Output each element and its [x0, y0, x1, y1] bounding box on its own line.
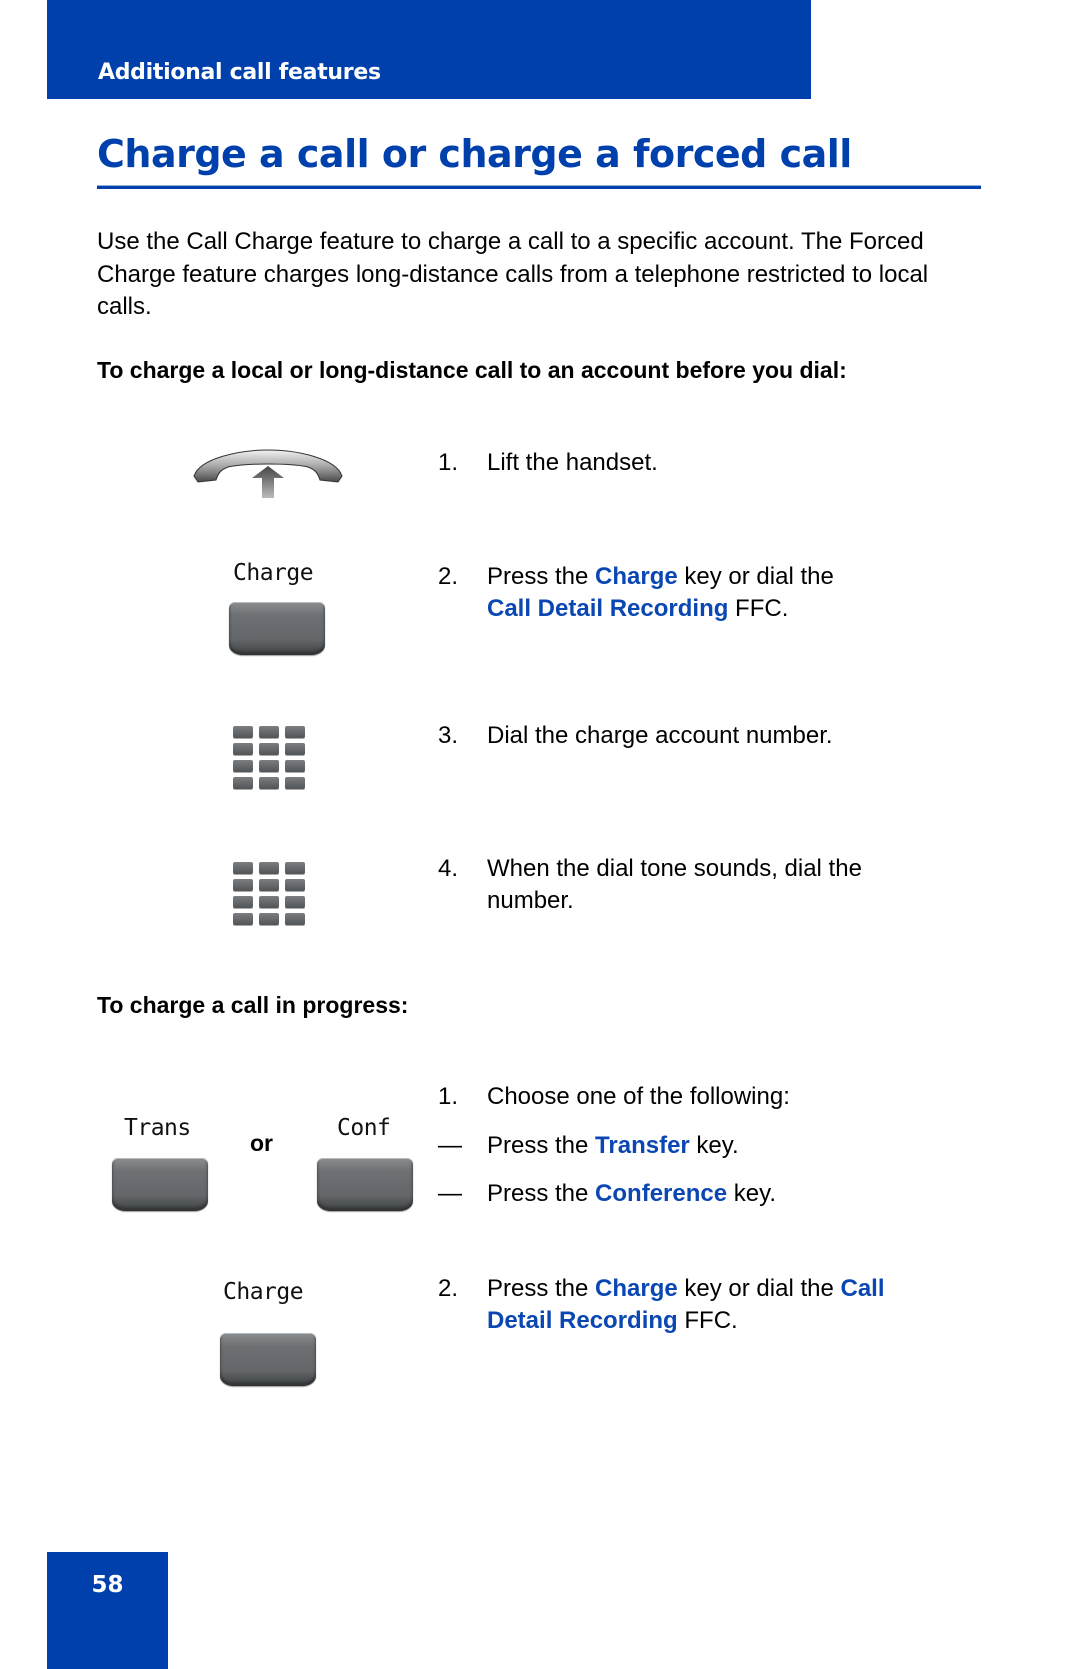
step-text: Choose one of the following:	[487, 1083, 790, 1110]
dialpad-icon	[233, 862, 305, 925]
section-label: Additional call features	[98, 60, 381, 85]
section1-step-4: 4. When the dial tone sounds, dial the nu…	[438, 853, 862, 917]
step-text: Press the	[487, 563, 596, 590]
charge-softkey[interactable]	[229, 602, 325, 655]
step-number: 2.	[438, 563, 459, 590]
page-number-box	[47, 1552, 168, 1669]
step-number: 1.	[438, 449, 459, 476]
charge-key-reference: Charge	[595, 1275, 678, 1302]
step-text: number.	[487, 887, 574, 914]
section1-step-3: 3. Dial the charge account number.	[438, 720, 833, 752]
intro-paragraph: Use the Call Charge feature to charge a …	[97, 228, 929, 320]
charge-softkey[interactable]	[220, 1333, 316, 1386]
step-number: 1.	[438, 1083, 459, 1110]
trans-key-label: Trans	[124, 1115, 191, 1141]
or-label: or	[250, 1130, 273, 1156]
dash-bullet: —	[438, 1132, 462, 1159]
charge-key-label: Charge	[233, 560, 314, 586]
charge-key-label: Charge	[223, 1279, 304, 1305]
option-text: key.	[727, 1180, 776, 1207]
section1-step-2: 2. Press the Charge key or dial the Call …	[438, 561, 834, 625]
step-text: Dial the charge account number.	[487, 722, 833, 749]
page-title: Charge a call or charge a forced call	[97, 132, 852, 176]
conference-key-reference: Conference	[595, 1180, 728, 1207]
transfer-key-reference: Transfer	[595, 1132, 690, 1159]
handset-lift-icon	[193, 449, 343, 498]
option-text: Press the	[487, 1180, 596, 1207]
step-text: key or dial the	[677, 563, 834, 590]
cdr-ffc-reference: Call	[840, 1275, 885, 1302]
step-text: FFC.	[677, 1307, 738, 1334]
cdr-ffc-reference: Detail Recording	[487, 1307, 678, 1334]
conf-key-label: Conf	[337, 1115, 391, 1141]
step-text: key or dial the	[677, 1275, 841, 1302]
step-number: 2.	[438, 1275, 459, 1302]
step-number: 3.	[438, 722, 459, 749]
section2-step-2: 2. Press the Charge key or dial the Call …	[438, 1273, 885, 1337]
conference-softkey[interactable]	[317, 1158, 413, 1211]
option-transfer: — Press the Transfer key.	[438, 1130, 739, 1162]
transfer-softkey[interactable]	[112, 1158, 208, 1211]
step-text: Lift the handset.	[487, 449, 658, 476]
section2-step-1: 1. Choose one of the following:	[438, 1081, 790, 1113]
option-text: key.	[689, 1132, 739, 1159]
page-number: 58	[91, 1572, 124, 1598]
step-text: When the dial tone sounds, dial the	[487, 855, 862, 882]
charge-key-reference: Charge	[595, 563, 678, 590]
dialpad-icon	[233, 726, 305, 789]
step-text: Press the	[487, 1275, 596, 1302]
dash-bullet: —	[438, 1180, 462, 1207]
cdr-ffc-reference: Call Detail Recording	[487, 595, 729, 622]
option-conference: — Press the Conference key.	[438, 1178, 776, 1210]
option-text: Press the	[487, 1132, 596, 1159]
section1-step-1: 1. Lift the handset.	[438, 447, 658, 479]
section1-heading: To charge a local or long-distance call …	[97, 357, 847, 383]
title-underline	[97, 185, 981, 189]
section2-heading: To charge a call in progress:	[97, 992, 409, 1018]
step-number: 4.	[438, 855, 459, 882]
step-text: FFC.	[728, 595, 789, 622]
